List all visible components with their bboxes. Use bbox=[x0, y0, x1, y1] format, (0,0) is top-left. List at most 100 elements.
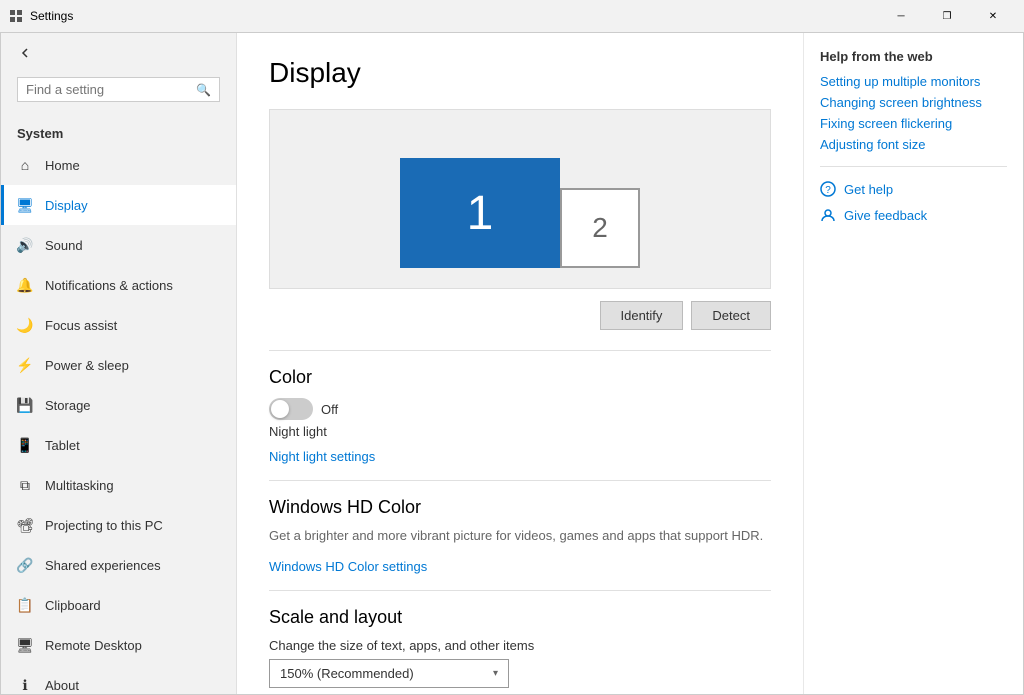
monitor-1[interactable]: 1 bbox=[400, 158, 560, 268]
sound-icon: 🔊 bbox=[17, 237, 33, 253]
search-box: 🔍 bbox=[17, 77, 220, 102]
app-container: 🔍 System ⌂ Home 🖥 Display 🔊 Sound 🔔 Noti… bbox=[0, 32, 1024, 695]
sidebar-item-tablet[interactable]: 📱 Tablet bbox=[1, 425, 236, 465]
scale-dropdown-arrow: ▾ bbox=[493, 668, 498, 679]
scale-value: 150% (Recommended) bbox=[280, 666, 414, 681]
help-links: Setting up multiple monitors Changing scr… bbox=[820, 74, 1007, 152]
remote-icon: 🖥 bbox=[17, 637, 33, 653]
content-area: Display 1 2 Identify Detect Color bbox=[237, 33, 1023, 694]
svg-text:?: ? bbox=[825, 185, 831, 196]
sidebar-label-notifications: Notifications & actions bbox=[45, 278, 220, 293]
nav-list: ⌂ Home 🖥 Display 🔊 Sound 🔔 Notifications… bbox=[1, 145, 236, 694]
monitor-2[interactable]: 2 bbox=[560, 188, 640, 268]
night-light-state: Off bbox=[321, 402, 338, 417]
monitor-preview: 1 2 bbox=[269, 109, 771, 289]
home-icon: ⌂ bbox=[17, 157, 33, 173]
sidebar-label-remote: Remote Desktop bbox=[45, 638, 220, 653]
night-light-settings-link[interactable]: Night light settings bbox=[269, 449, 375, 464]
divider-2 bbox=[269, 480, 771, 481]
clipboard-icon: 📋 bbox=[17, 597, 33, 613]
toggle-thumb bbox=[271, 400, 289, 418]
divider-1 bbox=[269, 350, 771, 351]
help-link[interactable]: Fixing screen flickering bbox=[820, 116, 1007, 131]
sidebar-label-multitasking: Multitasking bbox=[45, 478, 220, 493]
color-section-title: Color bbox=[269, 367, 771, 388]
night-light-label: Night light bbox=[269, 424, 771, 439]
sidebar-item-display[interactable]: 🖥 Display bbox=[1, 185, 236, 225]
give-feedback-icon bbox=[820, 207, 836, 223]
sidebar-item-remote[interactable]: 🖥 Remote Desktop bbox=[1, 625, 236, 665]
display-icon: 🖥 bbox=[17, 197, 33, 213]
titlebar-controls: ─ ❐ ✕ bbox=[878, 0, 1016, 32]
get-help-label: Get help bbox=[844, 182, 893, 197]
give-feedback-label: Give feedback bbox=[844, 208, 927, 223]
multitasking-icon: ⧉ bbox=[17, 477, 33, 493]
titlebar-icon bbox=[8, 8, 24, 24]
sidebar-item-sound[interactable]: 🔊 Sound bbox=[1, 225, 236, 265]
main-content: Display 1 2 Identify Detect Color bbox=[237, 33, 803, 694]
sidebar-label-about: About bbox=[45, 678, 220, 693]
help-link[interactable]: Adjusting font size bbox=[820, 137, 1007, 152]
titlebar-title: Settings bbox=[30, 9, 878, 23]
give-feedback-action[interactable]: Give feedback bbox=[820, 207, 1007, 223]
power-icon: ⚡ bbox=[17, 357, 33, 373]
scale-dropdown[interactable]: 150% (Recommended) ▾ bbox=[269, 659, 509, 688]
hd-color-link[interactable]: Windows HD Color settings bbox=[269, 559, 427, 574]
back-button[interactable] bbox=[5, 33, 45, 73]
storage-icon: 💾 bbox=[17, 397, 33, 413]
sidebar-item-projecting[interactable]: 📽 Projecting to this PC bbox=[1, 505, 236, 545]
sidebar: 🔍 System ⌂ Home 🖥 Display 🔊 Sound 🔔 Noti… bbox=[1, 33, 237, 694]
search-container: 🔍 bbox=[1, 73, 236, 118]
close-button[interactable]: ✕ bbox=[970, 0, 1016, 32]
sidebar-label-storage: Storage bbox=[45, 398, 220, 413]
sidebar-label-tablet: Tablet bbox=[45, 438, 220, 453]
help-link[interactable]: Setting up multiple monitors bbox=[820, 74, 1007, 89]
sidebar-label-focus: Focus assist bbox=[45, 318, 220, 333]
search-input[interactable] bbox=[26, 82, 196, 97]
notifications-icon: 🔔 bbox=[17, 277, 33, 293]
hd-color-description: Get a brighter and more vibrant picture … bbox=[269, 528, 771, 543]
help-divider bbox=[820, 166, 1007, 167]
shared-icon: 🔗 bbox=[17, 557, 33, 573]
sidebar-item-notifications[interactable]: 🔔 Notifications & actions bbox=[1, 265, 236, 305]
scale-field-label: Change the size of text, apps, and other… bbox=[269, 638, 771, 653]
sidebar-item-storage[interactable]: 💾 Storage bbox=[1, 385, 236, 425]
system-section-label: System bbox=[1, 118, 236, 145]
titlebar: Settings ─ ❐ ✕ bbox=[0, 0, 1024, 32]
get-help-icon: ? bbox=[820, 181, 836, 197]
monitor-area: 1 2 bbox=[400, 158, 640, 268]
help-link[interactable]: Changing screen brightness bbox=[820, 95, 1007, 110]
get-help-action[interactable]: ? Get help bbox=[820, 181, 1007, 197]
restore-button[interactable]: ❐ bbox=[924, 0, 970, 32]
search-icon[interactable]: 🔍 bbox=[196, 83, 211, 97]
sidebar-label-display: Display bbox=[45, 198, 220, 213]
sidebar-item-power[interactable]: ⚡ Power & sleep bbox=[1, 345, 236, 385]
monitor-buttons: Identify Detect bbox=[269, 301, 771, 330]
projecting-icon: 📽 bbox=[17, 517, 33, 533]
sidebar-item-focus[interactable]: 🌙 Focus assist bbox=[1, 305, 236, 345]
sidebar-label-sound: Sound bbox=[45, 238, 220, 253]
sidebar-item-home[interactable]: ⌂ Home bbox=[1, 145, 236, 185]
scale-layout-title: Scale and layout bbox=[269, 607, 771, 628]
hd-color-title: Windows HD Color bbox=[269, 497, 771, 518]
sidebar-item-about[interactable]: ℹ About bbox=[1, 665, 236, 694]
sidebar-label-projecting: Projecting to this PC bbox=[45, 518, 220, 533]
right-panel: Help from the web Setting up multiple mo… bbox=[803, 33, 1023, 694]
night-light-row: Off bbox=[269, 398, 771, 420]
sidebar-label-clipboard: Clipboard bbox=[45, 598, 220, 613]
sidebar-item-clipboard[interactable]: 📋 Clipboard bbox=[1, 585, 236, 625]
night-light-toggle[interactable] bbox=[269, 398, 313, 420]
page-title: Display bbox=[269, 57, 771, 89]
identify-button[interactable]: Identify bbox=[600, 301, 684, 330]
sidebar-label-home: Home bbox=[45, 158, 220, 173]
sidebar-label-power: Power & sleep bbox=[45, 358, 220, 373]
sidebar-item-shared[interactable]: 🔗 Shared experiences bbox=[1, 545, 236, 585]
focus-icon: 🌙 bbox=[17, 317, 33, 333]
sidebar-item-multitasking[interactable]: ⧉ Multitasking bbox=[1, 465, 236, 505]
sidebar-label-shared: Shared experiences bbox=[45, 558, 220, 573]
minimize-button[interactable]: ─ bbox=[878, 0, 924, 32]
about-icon: ℹ bbox=[17, 677, 33, 693]
sidebar-top bbox=[1, 33, 236, 73]
help-title: Help from the web bbox=[820, 49, 1007, 64]
detect-button[interactable]: Detect bbox=[691, 301, 771, 330]
